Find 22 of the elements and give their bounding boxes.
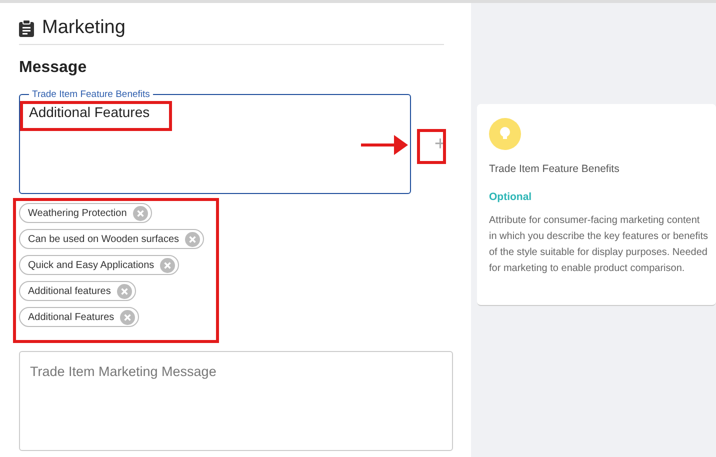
feature-benefits-field[interactable]: Trade Item Feature Benefits Additional Features — [19, 89, 412, 194]
marketing-message-field[interactable]: Trade Item Marketing Message — [19, 351, 453, 451]
remove-icon[interactable] — [120, 310, 136, 324]
status-label: Optional — [489, 191, 533, 203]
annotation-arrow — [361, 135, 408, 155]
feature-chip: Weathering Protection — [19, 203, 152, 223]
feature-chip: Additional features — [19, 281, 136, 301]
remove-icon[interactable] — [132, 206, 148, 220]
feature-chip: Can be used on Wooden surfaces — [19, 229, 204, 249]
annotation-box — [417, 129, 446, 164]
clipboard-icon — [19, 20, 34, 36]
feature-chip: Quick and Easy Applications — [19, 255, 180, 275]
help-title: Trade Item Feature Benefits — [489, 163, 620, 175]
feature-chip: Additional Features — [19, 307, 140, 327]
lightbulb-icon — [489, 118, 521, 150]
section-title: Marketing — [42, 17, 126, 39]
feature-input[interactable]: Additional Features — [29, 104, 153, 120]
remove-icon[interactable] — [185, 232, 200, 246]
help-description: Attribute for consumer-facing marketing content in which you describe the key features or benefits of the style suitable for display purposes. Needed for marketing to enable product comparison. — [489, 214, 708, 276]
remove-icon[interactable] — [116, 284, 132, 298]
remove-icon[interactable] — [160, 258, 176, 272]
group-title: Message — [19, 59, 88, 77]
